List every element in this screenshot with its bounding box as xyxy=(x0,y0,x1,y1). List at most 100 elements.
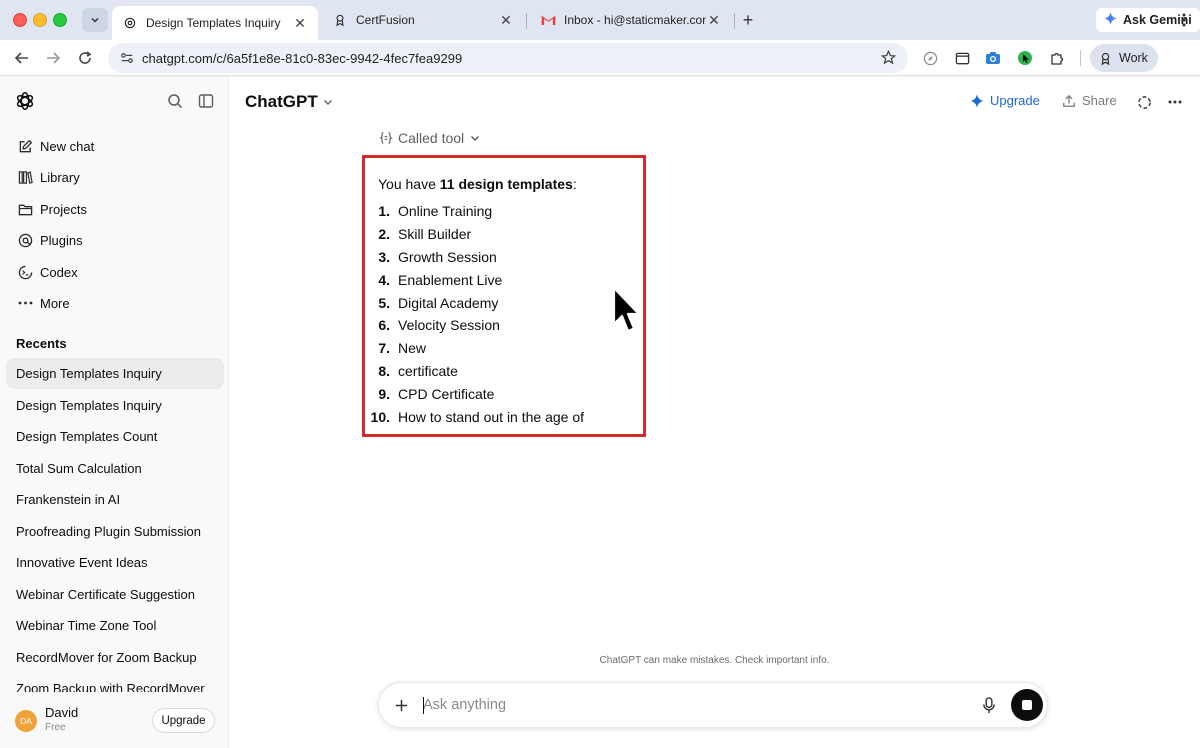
template-name: certificate xyxy=(398,362,458,379)
more-icon xyxy=(16,294,34,312)
chatgpt-app: New chat Library Projects Plugins Codex xyxy=(0,77,1200,748)
certfusion-favicon-icon xyxy=(332,12,348,28)
address-bar[interactable]: chatgpt.com/c/6a5f1e8e-81c0-83ec-9942-4f… xyxy=(108,43,908,73)
sidebar-item-label: Plugins xyxy=(40,232,83,248)
tab-design-templates[interactable]: Design Templates Inquiry ✕ xyxy=(112,6,318,40)
called-tool-label: Called tool xyxy=(398,130,465,146)
recent-chat-item[interactable]: Design Templates Inquiry xyxy=(6,358,224,389)
template-name: Skill Builder xyxy=(398,226,472,243)
chevron-down-icon xyxy=(470,133,480,143)
recent-chat-item[interactable]: Design Templates Inquiry xyxy=(6,390,224,421)
template-list-item: 4. Enablement Live xyxy=(365,268,645,291)
template-name: New xyxy=(398,340,427,357)
recent-chat-item[interactable]: Innovative Event Ideas xyxy=(6,547,224,578)
recents-heading: Recents xyxy=(16,336,67,351)
recent-chat-item[interactable]: Webinar Certificate Suggestion xyxy=(6,579,224,610)
template-name: Velocity Session xyxy=(398,317,500,334)
close-icon[interactable]: ✕ xyxy=(292,15,308,31)
sidebar-item-label: Codex xyxy=(40,264,78,280)
window-minimize-button[interactable] xyxy=(33,13,47,27)
extension-camera-icon[interactable] xyxy=(984,49,1002,67)
bookmark-star-icon[interactable] xyxy=(880,49,897,70)
template-number: 6. xyxy=(378,317,390,334)
stop-generating-button[interactable] xyxy=(1011,689,1043,721)
recent-chat-item[interactable]: RecordMover for Zoom Backup xyxy=(6,642,224,673)
tab-search-button[interactable] xyxy=(82,8,108,32)
template-number: 5. xyxy=(378,294,390,311)
openai-logo-icon[interactable] xyxy=(14,90,36,112)
template-list-item: 9. CPD Certificate xyxy=(365,382,645,405)
message-input[interactable] xyxy=(423,693,923,717)
tab-gmail-inbox[interactable]: Inbox - hi@staticmaker.com - ✕ xyxy=(530,6,732,34)
sidebar-item-projects[interactable]: Projects xyxy=(8,194,222,224)
recent-chat-item[interactable]: Webinar Time Zone Tool xyxy=(6,610,224,641)
extensions-puzzle-icon[interactable] xyxy=(1048,49,1066,67)
new-tab-button[interactable]: + xyxy=(738,10,758,30)
profile-badge-icon xyxy=(1098,51,1113,66)
share-button[interactable]: Share xyxy=(1062,93,1117,108)
gmail-favicon-icon xyxy=(540,12,556,28)
chrome-menu-icon[interactable] xyxy=(1176,10,1192,30)
avatar[interactable]: DA xyxy=(15,710,37,732)
window-maximize-button[interactable] xyxy=(53,13,67,27)
template-list: 1. Online Training 2. Skill Builder 3. Growth… xyxy=(365,200,645,428)
sidebar-item-codex[interactable]: Codex xyxy=(8,257,222,287)
sidebar-item-label: Library xyxy=(40,169,80,185)
model-selector[interactable]: ChatGPT xyxy=(245,92,333,112)
temporary-chat-icon[interactable] xyxy=(1135,93,1153,111)
intro-suffix: : xyxy=(572,176,577,192)
extension-cursor-icon[interactable] xyxy=(1016,49,1034,67)
sidebar-user-footer: DA David Free Upgrade xyxy=(0,694,228,748)
sidebar-toggle-icon[interactable] xyxy=(196,91,216,111)
sidebar-item-more[interactable]: More xyxy=(8,288,222,318)
user-name: David xyxy=(45,705,79,720)
header-upgrade-button[interactable]: Upgrade xyxy=(970,93,1040,108)
microphone-icon[interactable] xyxy=(979,695,999,715)
template-name: Digital Academy xyxy=(398,294,499,311)
tool-braces-icon xyxy=(379,131,393,145)
sidebar-item-new-chat[interactable]: New chat xyxy=(8,131,222,161)
profile-label: Work xyxy=(1119,51,1148,65)
sidebar-upgrade-button[interactable]: Upgrade xyxy=(152,708,215,733)
sidebar-item-plugins[interactable]: Plugins xyxy=(8,225,222,255)
template-number: 4. xyxy=(378,271,390,288)
profile-button[interactable]: Work xyxy=(1090,44,1158,72)
stop-icon xyxy=(1022,700,1032,710)
back-arrow-icon[interactable] xyxy=(12,48,32,68)
close-icon[interactable]: ✕ xyxy=(706,12,722,28)
plugins-icon xyxy=(16,231,34,249)
reload-icon[interactable] xyxy=(75,48,95,68)
recent-chat-item[interactable]: Total Sum Calculation xyxy=(6,453,224,484)
recent-chat-item[interactable]: Design Templates Count xyxy=(6,421,224,452)
extension-window-icon[interactable] xyxy=(953,49,971,67)
search-icon[interactable] xyxy=(165,91,185,111)
template-name: CPD Certificate xyxy=(398,385,495,402)
template-number: 3. xyxy=(378,248,390,265)
recent-chat-item[interactable]: Zoom Backup with RecordMover xyxy=(6,673,224,692)
disclaimer-text: ChatGPT can make mistakes. Check importa… xyxy=(599,655,830,666)
sidebar-item-library[interactable]: Library xyxy=(8,162,222,192)
forward-arrow-icon[interactable] xyxy=(43,48,63,68)
more-options-icon[interactable] xyxy=(1166,93,1184,111)
window-close-button[interactable] xyxy=(13,13,27,27)
url-text: chatgpt.com/c/6a5f1e8e-81c0-83ec-9942-4f… xyxy=(142,50,463,66)
tab-certfusion[interactable]: CertFusion ✕ xyxy=(322,6,524,34)
close-icon[interactable]: ✕ xyxy=(498,12,514,28)
template-list-item: 3. Growth Session xyxy=(365,246,645,269)
share-upload-icon xyxy=(1062,94,1076,108)
tab-divider xyxy=(734,13,735,29)
upgrade-label: Upgrade xyxy=(990,93,1040,108)
share-label: Share xyxy=(1082,93,1117,108)
user-plan: Free xyxy=(45,722,66,733)
tab-title: Inbox - hi@staticmaker.com - xyxy=(564,13,706,27)
answer-intro: You have 11 design templates: xyxy=(378,176,577,192)
extension-compass-icon[interactable] xyxy=(921,49,939,67)
recent-chat-item[interactable]: Frankenstein in AI xyxy=(6,484,224,515)
site-info-icon[interactable] xyxy=(116,47,138,69)
template-name: Online Training xyxy=(398,203,493,220)
called-tool-toggle[interactable]: Called tool xyxy=(379,130,480,146)
add-attachment-button[interactable] xyxy=(391,695,411,715)
library-icon xyxy=(16,168,34,186)
intro-prefix: You have xyxy=(378,176,440,192)
recent-chat-item[interactable]: Proofreading Plugin Submission xyxy=(6,516,224,547)
